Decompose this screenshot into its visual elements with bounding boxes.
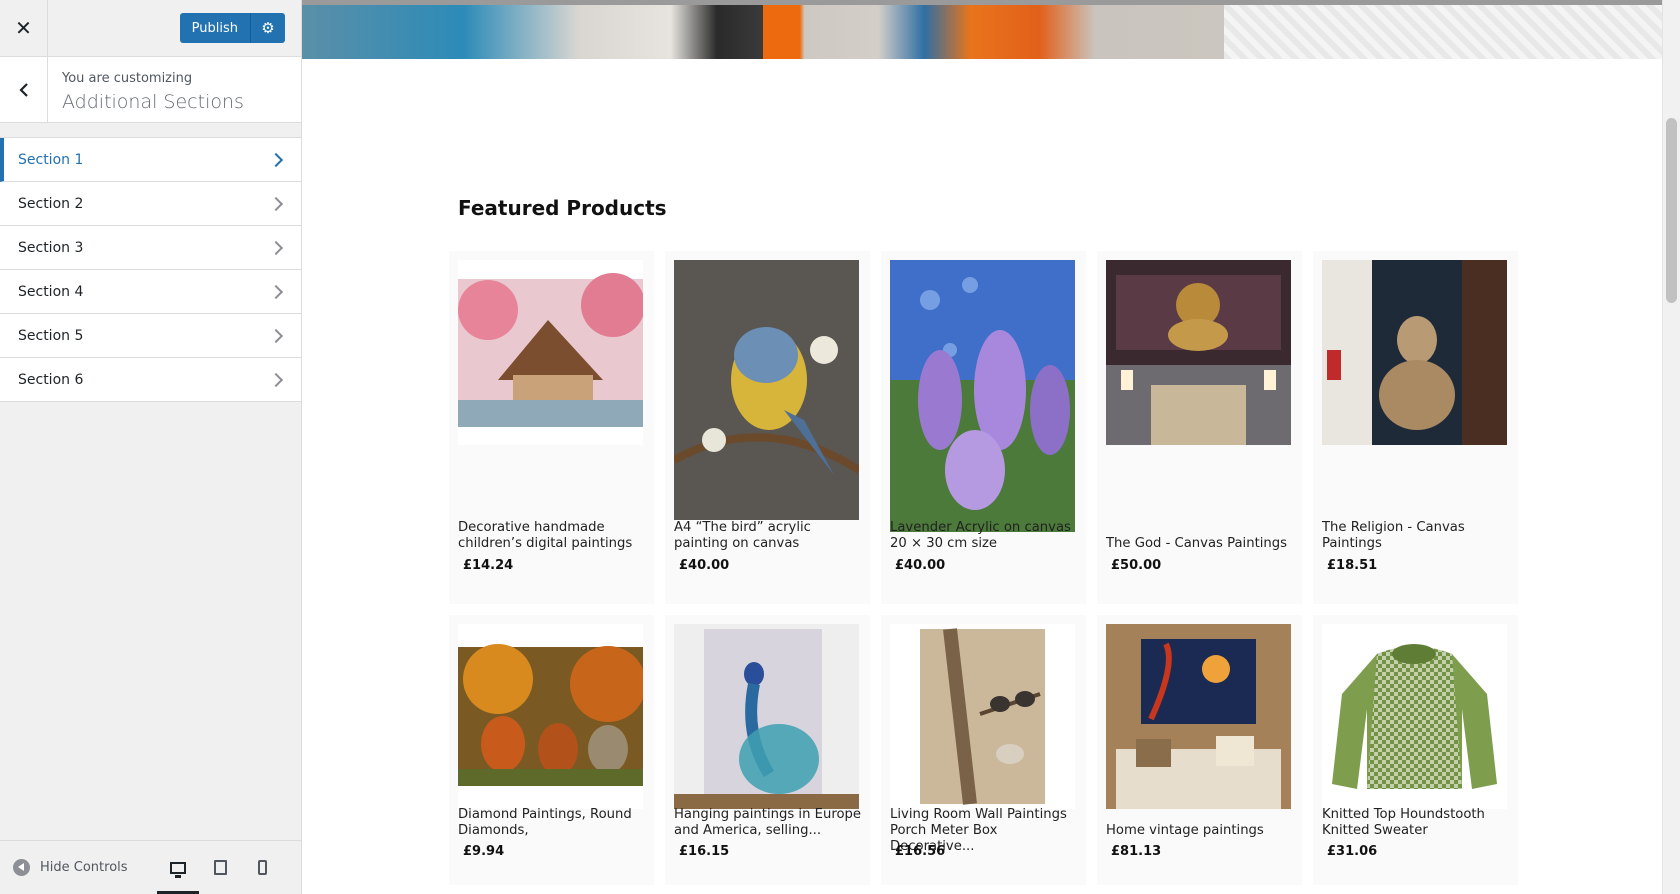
product-card[interactable]: Diamond Paintings, Round Diamonds, £9.94 bbox=[449, 615, 654, 885]
publish-button[interactable]: Publish bbox=[179, 13, 251, 43]
customizing-label: You are customizing bbox=[62, 71, 193, 86]
product-card[interactable]: Lavender Acrylic on canvas 20 × 30 cm si… bbox=[881, 251, 1086, 604]
chevron-left-icon bbox=[18, 82, 28, 97]
product-price: £31.06 bbox=[1327, 844, 1378, 859]
product-price: £40.00 bbox=[895, 558, 946, 573]
back-button[interactable] bbox=[0, 57, 48, 122]
product-card[interactable]: Living Room Wall Paintings Porch Meter B… bbox=[881, 615, 1086, 885]
chevron-right-icon bbox=[268, 240, 284, 255]
product-card[interactable]: Knitted Top Houndstooth Knitted Sweater … bbox=[1313, 615, 1518, 885]
product-name[interactable]: Home vintage paintings bbox=[1106, 823, 1296, 839]
preview-scrollbar[interactable] bbox=[1662, 0, 1680, 894]
product-name[interactable]: Hanging paintings in Europe and America,… bbox=[674, 807, 864, 839]
chevron-right-icon bbox=[268, 152, 284, 167]
product-price: £18.51 bbox=[1327, 558, 1378, 573]
product-image[interactable] bbox=[1106, 624, 1291, 809]
hide-controls-label: Hide Controls bbox=[40, 860, 128, 875]
close-icon: ✕ bbox=[15, 16, 32, 40]
product-name[interactable]: Decorative handmade children’s digital p… bbox=[458, 520, 648, 552]
section-item-label: Section 6 bbox=[18, 371, 84, 388]
chevron-right-icon bbox=[268, 372, 284, 387]
product-card[interactable]: The God - Canvas Paintings £50.00 bbox=[1097, 251, 1302, 604]
section-item-label: Section 4 bbox=[18, 283, 84, 300]
product-image[interactable] bbox=[674, 260, 859, 520]
product-price: £81.13 bbox=[1111, 844, 1162, 859]
product-name[interactable]: The Religion - Canvas Paintings bbox=[1322, 520, 1512, 552]
hide-controls-button[interactable]: Hide Controls bbox=[0, 859, 157, 876]
section-item-1[interactable]: Section 1 bbox=[0, 138, 301, 182]
product-name[interactable]: Diamond Paintings, Round Diamonds, bbox=[458, 807, 648, 839]
device-mobile-button[interactable] bbox=[241, 841, 283, 894]
product-card[interactable]: A4 “The bird” acrylic painting on canvas… bbox=[665, 251, 870, 604]
product-grid: Decorative handmade children’s digital p… bbox=[449, 251, 1518, 885]
mobile-icon bbox=[257, 860, 267, 875]
tablet-icon bbox=[213, 860, 227, 875]
chevron-right-icon bbox=[268, 196, 284, 211]
section-item-label: Section 1 bbox=[18, 151, 84, 168]
banner-image-3 bbox=[1224, 5, 1662, 59]
product-price: £16.15 bbox=[679, 844, 730, 859]
product-price: £16.56 bbox=[895, 844, 946, 859]
product-name[interactable]: A4 “The bird” acrylic painting on canvas bbox=[674, 520, 864, 552]
product-card[interactable]: Decorative handmade children’s digital p… bbox=[449, 251, 654, 604]
chevron-right-icon bbox=[268, 284, 284, 299]
section-item-label: Section 2 bbox=[18, 195, 84, 212]
scrollbar-thumb[interactable] bbox=[1666, 118, 1677, 303]
device-tablet-button[interactable] bbox=[199, 841, 241, 894]
customizing-title: Additional Sections bbox=[62, 90, 244, 113]
customizing-text: You are customizing Additional Sections bbox=[48, 57, 244, 122]
product-price: £40.00 bbox=[679, 558, 730, 573]
device-desktop-button[interactable] bbox=[157, 841, 199, 894]
product-image[interactable] bbox=[458, 260, 643, 445]
desktop-icon bbox=[170, 861, 186, 878]
section-item-4[interactable]: Section 4 bbox=[0, 270, 301, 314]
product-card[interactable]: Hanging paintings in Europe and America,… bbox=[665, 615, 870, 885]
gear-icon: ⚙ bbox=[261, 19, 275, 37]
product-price: £9.94 bbox=[463, 844, 505, 859]
product-image[interactable] bbox=[1106, 260, 1291, 445]
section-item-label: Section 3 bbox=[18, 239, 84, 256]
banner-image-1 bbox=[302, 5, 763, 59]
featured-products-title: Featured Products bbox=[458, 196, 667, 220]
product-card[interactable]: The Religion - Canvas Paintings £18.51 bbox=[1313, 251, 1518, 604]
banner-image bbox=[302, 5, 1662, 59]
publish-settings-button[interactable]: ⚙ bbox=[251, 13, 285, 43]
product-price: £50.00 bbox=[1111, 558, 1162, 573]
customizing-info: You are customizing Additional Sections bbox=[0, 57, 301, 123]
sidebar-header: ✕ Publish ⚙ bbox=[0, 0, 301, 57]
product-price: £14.24 bbox=[463, 558, 514, 573]
section-item-5[interactable]: Section 5 bbox=[0, 314, 301, 358]
close-button[interactable]: ✕ bbox=[0, 0, 48, 57]
product-image[interactable] bbox=[1322, 260, 1507, 445]
product-image[interactable] bbox=[674, 624, 859, 809]
collapse-icon bbox=[13, 859, 30, 876]
product-name[interactable]: The God - Canvas Paintings bbox=[1106, 536, 1296, 552]
product-image[interactable] bbox=[458, 624, 643, 809]
section-item-6[interactable]: Section 6 bbox=[0, 358, 301, 402]
section-item-label: Section 5 bbox=[18, 327, 84, 344]
section-list: Section 1 Section 2 Section 3 Section 4 … bbox=[0, 137, 301, 402]
section-item-2[interactable]: Section 2 bbox=[0, 182, 301, 226]
product-image[interactable] bbox=[1322, 624, 1507, 809]
sidebar-footer: Hide Controls bbox=[0, 840, 301, 894]
product-image[interactable] bbox=[890, 260, 1075, 532]
banner-image-2 bbox=[763, 5, 1224, 59]
product-name[interactable]: Lavender Acrylic on canvas 20 × 30 cm si… bbox=[890, 520, 1080, 552]
product-card[interactable]: Home vintage paintings £81.13 bbox=[1097, 615, 1302, 885]
chevron-right-icon bbox=[268, 328, 284, 343]
section-item-3[interactable]: Section 3 bbox=[0, 226, 301, 270]
customizer-sidebar: ✕ Publish ⚙ You are customizing Addition… bbox=[0, 0, 302, 894]
site-preview: Featured Products Decorative handmade ch… bbox=[302, 0, 1680, 894]
product-name[interactable]: Knitted Top Houndstooth Knitted Sweater bbox=[1322, 807, 1512, 839]
product-image[interactable] bbox=[890, 624, 1075, 809]
publish-group: Publish ⚙ bbox=[179, 13, 285, 43]
